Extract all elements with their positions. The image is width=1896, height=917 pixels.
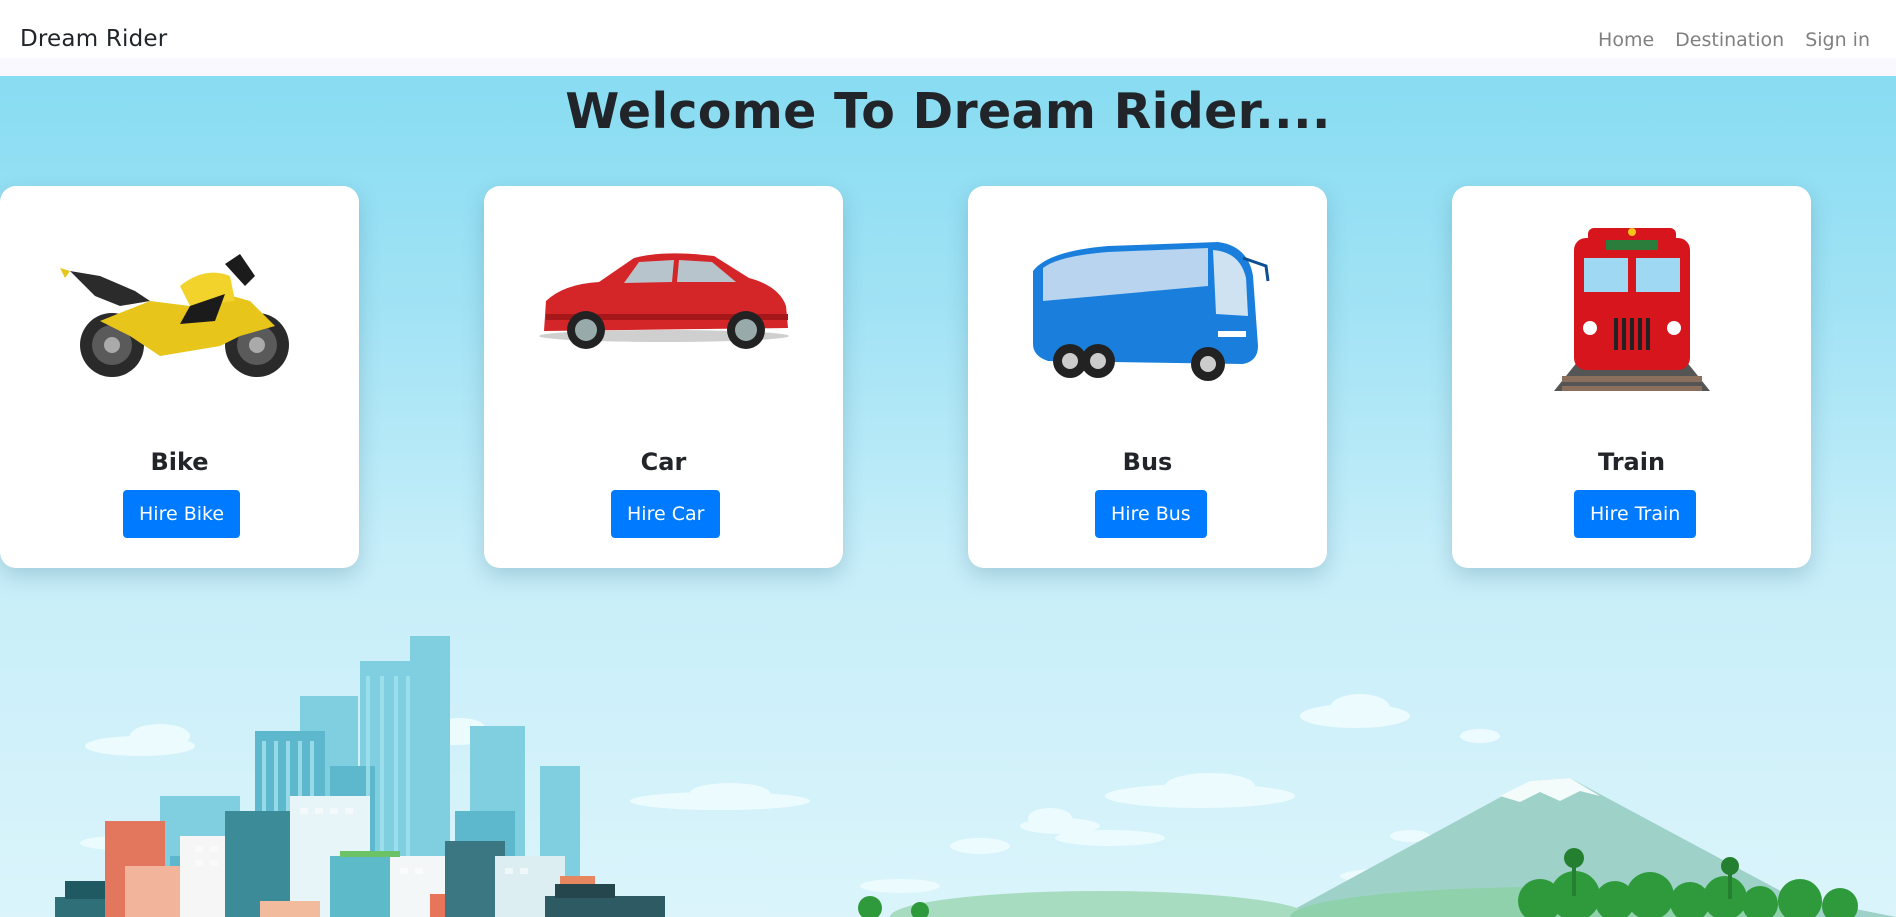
city-landscape-illustration [55,636,1896,917]
hero-section: Welcome To Dream Rider.... Bike Hire Bik… [0,76,1896,917]
vehicle-card-train: Train Hire Train [1452,186,1811,568]
card-title-bus: Bus [1122,448,1173,476]
car-image [539,253,789,349]
nav-link-home[interactable]: Home [1598,29,1654,51]
navbar: Dream Rider Home Destination Sign in [0,0,1896,76]
nav-link-sign-in[interactable]: Sign in [1805,29,1870,51]
train-image [1554,228,1710,391]
bus-image [1033,242,1270,381]
motorcycle-image [60,254,289,377]
nav-link-destination[interactable]: Destination [1675,29,1784,51]
card-title-car: Car [640,448,687,476]
card-title-bike: Bike [150,448,209,476]
vehicle-card-bus: Bus Hire Bus [968,186,1327,568]
page-title: Welcome To Dream Rider.... [565,83,1331,140]
hire-car-button[interactable]: Hire Car [611,490,721,538]
hire-bus-button[interactable]: Hire Bus [1095,490,1207,538]
hire-bike-button[interactable]: Hire Bike [123,490,241,538]
hire-train-button[interactable]: Hire Train [1574,490,1697,538]
brand-logo-text[interactable]: Dream Rider [20,26,167,52]
card-title-train: Train [1597,448,1666,476]
vehicle-card-car: Car Hire Car [484,186,843,568]
vehicle-card-bike: Bike Hire Bike [0,186,359,568]
nav-links: Home Destination Sign in [1598,29,1870,51]
